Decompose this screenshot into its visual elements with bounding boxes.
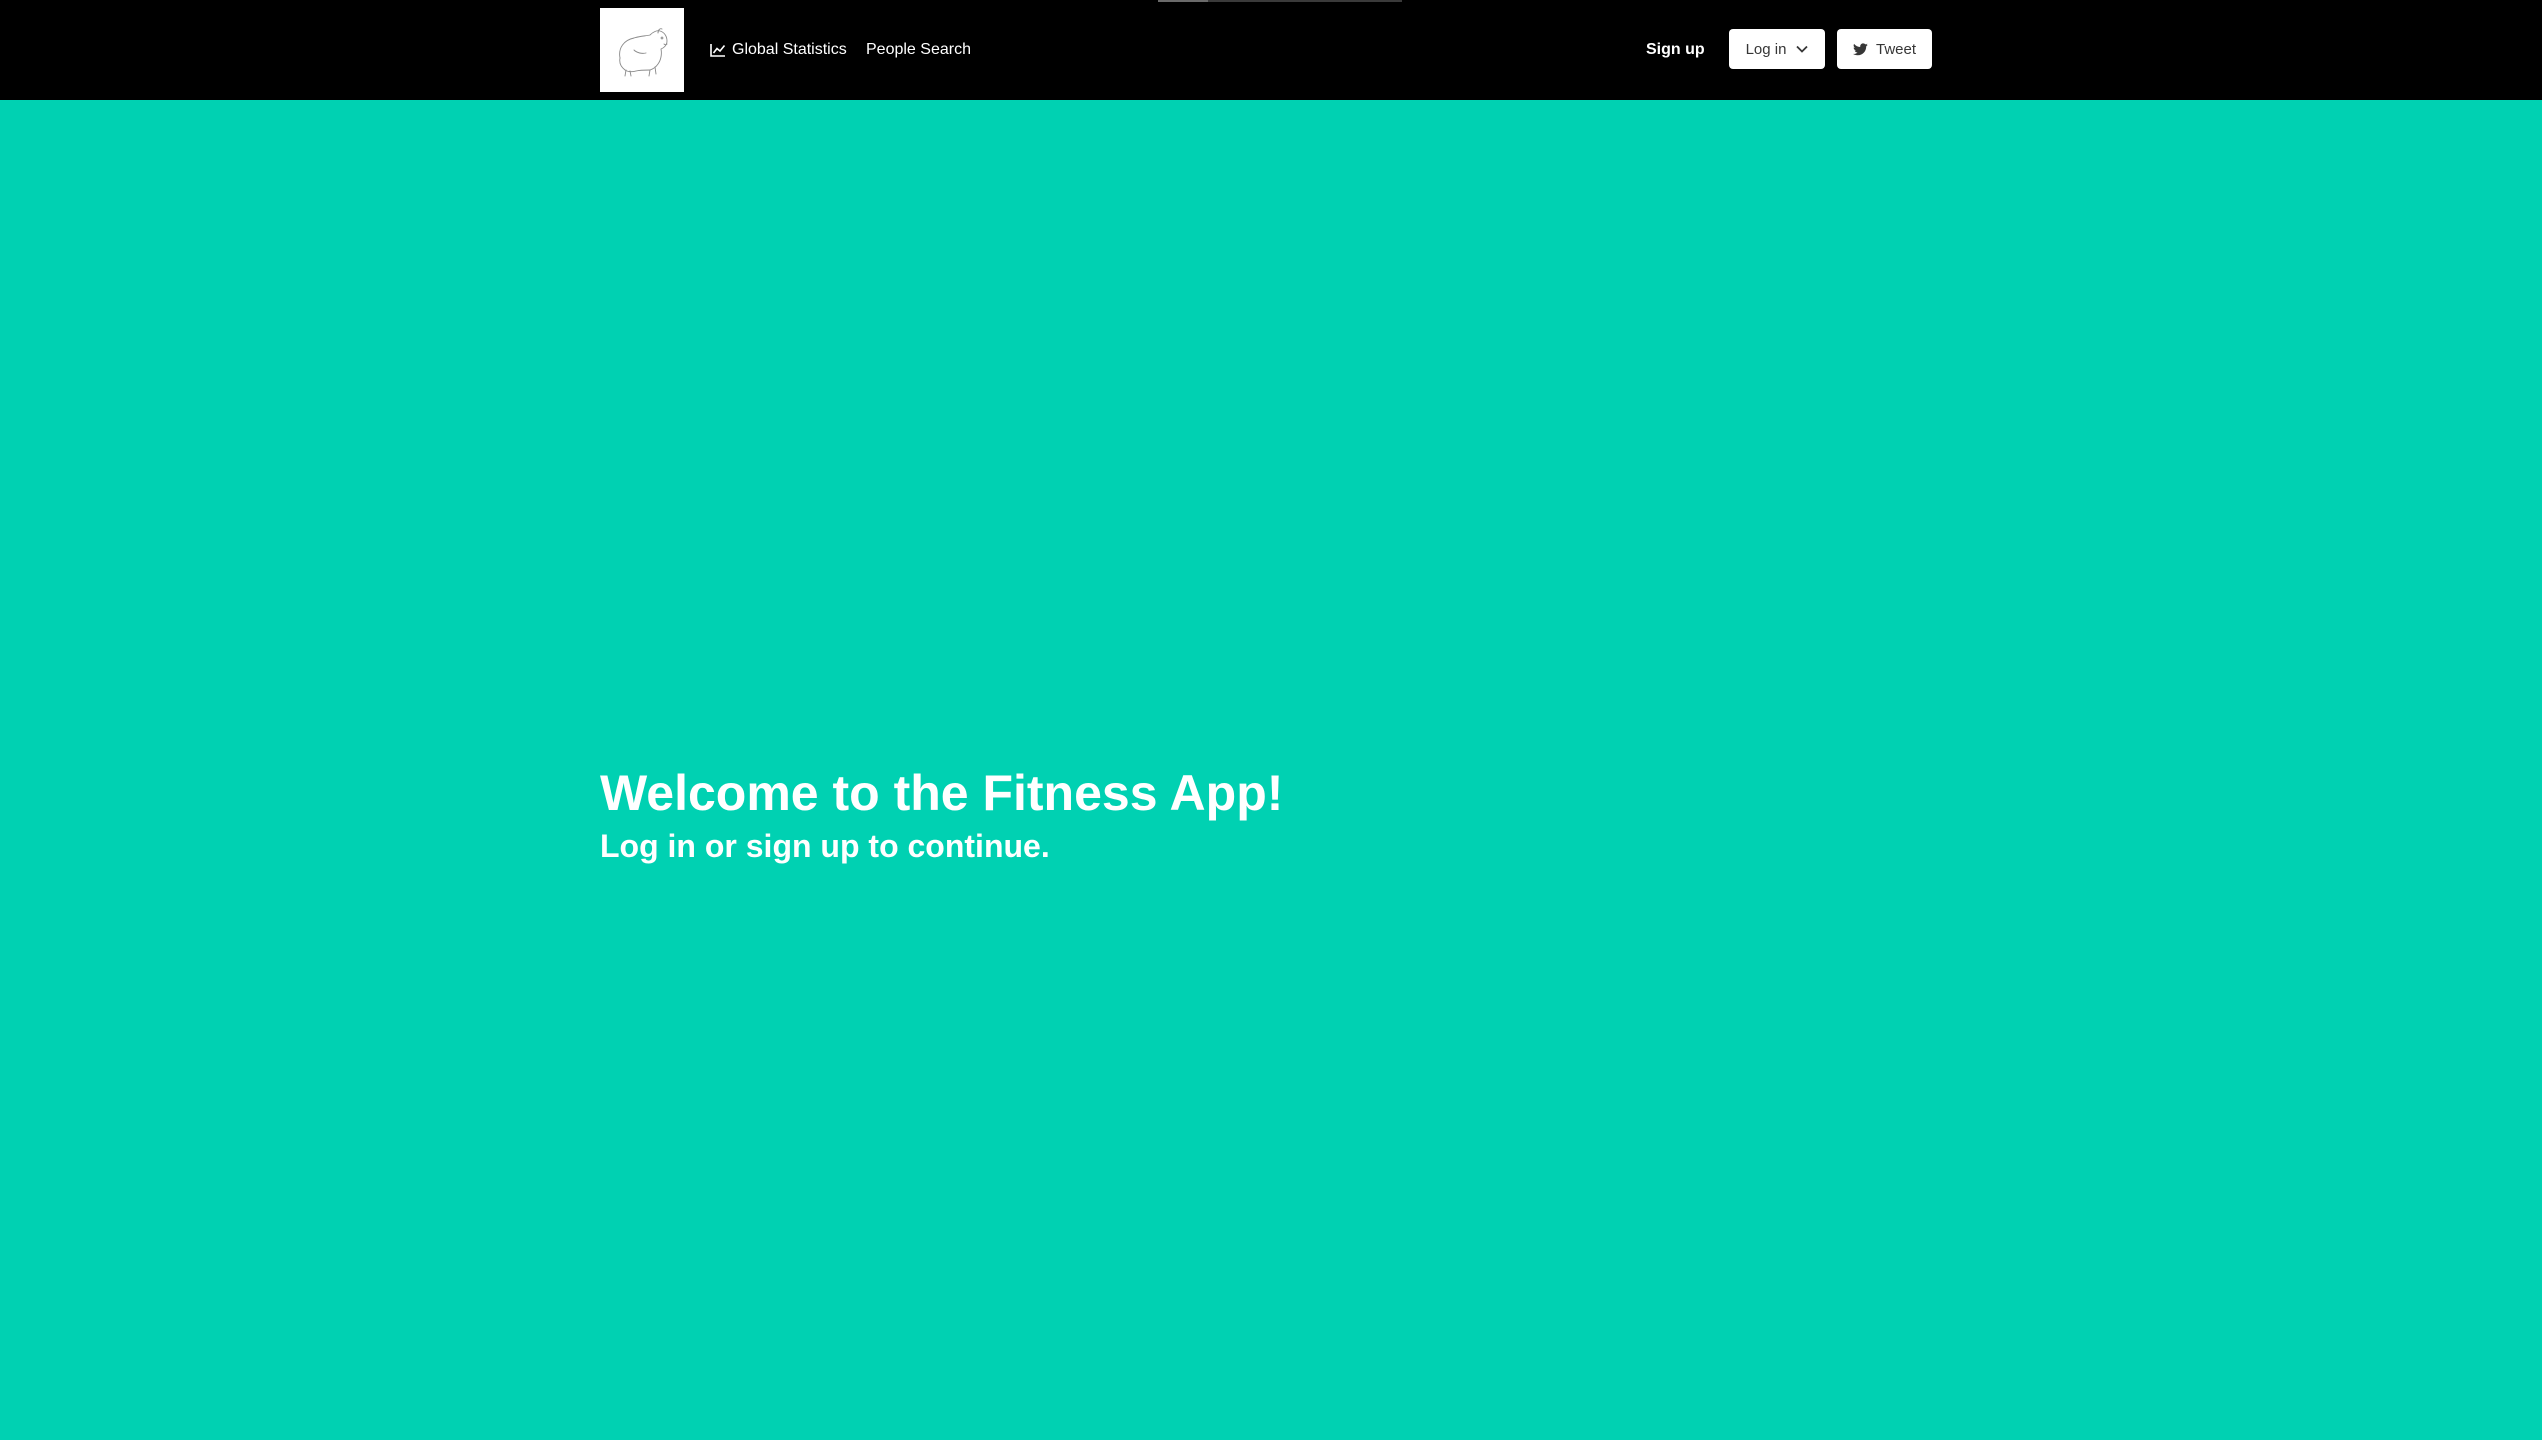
nav-people-search-label: People Search [866, 41, 971, 58]
line-chart-icon [710, 44, 726, 57]
hero-subtitle: Log in or sign up to continue. [600, 828, 1050, 864]
tweet-label: Tweet [1875, 40, 1917, 58]
loading-bar-progress [1158, 0, 1208, 2]
tweet-button[interactable]: Tweet [1837, 29, 1932, 69]
nav-global-statistics-label: Global Statistics [732, 41, 847, 58]
logo-link[interactable] [600, 8, 684, 92]
hero-section: Welcome to the Fitness App! Log in or si… [600, 760, 1283, 866]
chevron-down-icon [1796, 45, 1809, 53]
login-dropdown-button[interactable]: Log in [1729, 29, 1825, 69]
signup-label: Sign up [1646, 41, 1705, 58]
signup-link[interactable]: Sign up [1646, 0, 1705, 100]
nav-people-search[interactable]: People Search [866, 0, 971, 100]
capybara-logo-icon [619, 28, 668, 77]
nav-global-statistics[interactable]: Global Statistics [710, 0, 847, 100]
top-navbar: Global Statistics People Search Sign up … [0, 0, 2542, 100]
hero-title: Welcome to the Fitness App! [600, 765, 1284, 821]
twitter-icon [1852, 42, 1868, 55]
login-label: Log in [1745, 40, 1787, 58]
